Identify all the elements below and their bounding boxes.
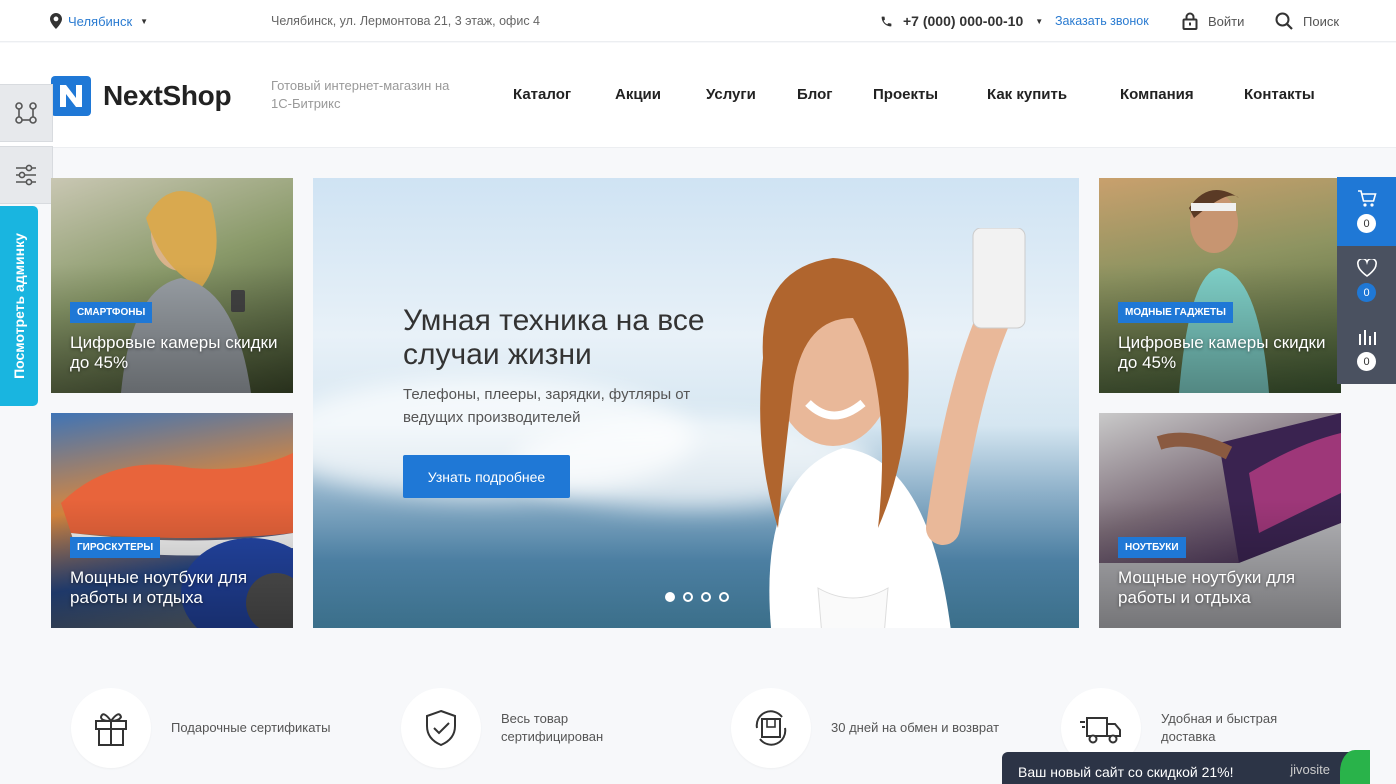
heart-icon [1356, 259, 1377, 277]
slider-dot[interactable] [683, 592, 693, 602]
box-return-icon [755, 710, 787, 746]
main-header: NextShop Готовый интернет-магазин на 1С-… [0, 43, 1396, 148]
city-selector[interactable]: Челябинск ▼ [50, 0, 148, 42]
login-button[interactable]: Войти [1182, 0, 1244, 42]
nav-item-promotions[interactable]: Акции [615, 86, 661, 103]
nav-item-company[interactable]: Компания [1120, 86, 1194, 103]
tile-badge: Ноутбуки [1118, 537, 1186, 558]
lock-icon [1182, 12, 1198, 30]
promo-tile-smartphones[interactable]: Смартфоны Цифровые камеры скидки до 45% [51, 178, 293, 393]
hero-subtitle: Телефоны, плееры, зарядки, футляры от ве… [403, 386, 691, 426]
learn-more-button[interactable]: Узнать подробнее [403, 455, 570, 498]
promo-text: Ваш новый сайт со скидкой 21%! [1018, 764, 1234, 780]
favorites-button[interactable]: 0 [1337, 246, 1396, 315]
feature-gift-certificates: Подарочные сертификаты [71, 688, 351, 768]
nav-item-catalog[interactable]: Каталог [513, 86, 571, 103]
search-label: Поиск [1303, 13, 1340, 29]
tile-caption: Мощные ноутбуки для работы и отдыха [1118, 568, 1296, 607]
cart-button[interactable]: 0 [1337, 177, 1396, 246]
feature-text: 30 дней на обмен и возврат [831, 720, 1000, 735]
gift-icon [95, 713, 127, 746]
view-admin-label: Посмотреть админку [11, 233, 27, 379]
tile-caption: Мощные ноутбуки для работы и отдыха [70, 568, 248, 607]
tile-caption: Цифровые камеры скидки до 45% [70, 333, 278, 372]
phone-number: +7 (000) 000-00-10 [903, 13, 1024, 29]
store-address: Челябинск, ул. Лермонтова 21, 3 этаж, оф… [271, 14, 540, 28]
jivosite-logo: jivosite [1290, 762, 1330, 777]
workflow-tool-button[interactable] [0, 84, 53, 142]
promo-tile-gadgets[interactable]: Модные гаджеты Цифровые камеры скидки до… [1099, 178, 1341, 393]
nav-item-services[interactable]: Услуги [706, 86, 756, 103]
login-label: Войти [1208, 13, 1245, 29]
workflow-icon [15, 102, 37, 124]
location-pin-icon [50, 13, 62, 29]
feature-text: Подарочные сертификаты [171, 720, 331, 735]
feature-certified: Весь товар сертифицирован [401, 688, 621, 768]
search-button[interactable]: Поиск [1275, 0, 1339, 42]
slider-dot[interactable] [665, 592, 675, 602]
logo-mark-icon [51, 76, 91, 116]
shield-check-icon [426, 709, 456, 747]
callback-link[interactable]: Заказать звонок [1055, 0, 1149, 42]
view-admin-tab[interactable]: Посмотреть админку [0, 206, 38, 406]
feature-icon-circle [401, 688, 481, 768]
tile-caption: Цифровые камеры скидки до 45% [1118, 333, 1326, 372]
promo-tile-hoverboards[interactable]: Гироскутеры Мощные ноутбуки для работы и… [51, 413, 293, 628]
woman-selfie-image [760, 228, 1026, 628]
nav-item-contacts[interactable]: Контакты [1244, 86, 1315, 103]
feature-returns: 30 дней на обмен и возврат [731, 688, 1031, 768]
compare-bars-icon [1358, 330, 1376, 345]
nav-item-blog[interactable]: Блог [797, 86, 833, 103]
phone-selector[interactable]: +7 (000) 000-00-10 ▼ [880, 0, 1043, 42]
tile-badge: Гироскутеры [70, 537, 161, 558]
feature-text: Весь товар сертифицирован [501, 711, 604, 744]
slider-dots [665, 592, 729, 602]
tile-badge: Смартфоны [70, 302, 153, 323]
compare-count: 0 [1357, 352, 1376, 371]
slider-dot[interactable] [701, 592, 711, 602]
logo[interactable]: NextShop [51, 76, 232, 116]
settings-tool-button[interactable] [0, 146, 53, 204]
cart-count: 0 [1357, 214, 1376, 233]
chevron-down-icon: ▼ [140, 16, 149, 26]
tagline: Готовый интернет-магазин на 1С-Битрикс [271, 78, 450, 111]
chevron-down-icon: ▼ [1035, 16, 1044, 26]
nav-item-projects[interactable]: Проекты [873, 86, 938, 103]
feature-text: Удобная и быстрая доставка [1161, 711, 1278, 744]
slider-dot[interactable] [719, 592, 729, 602]
compare-button[interactable]: 0 [1337, 315, 1396, 384]
logo-text: NextShop [103, 80, 232, 111]
nav-item-how-to-buy[interactable]: Как купить [987, 86, 1067, 103]
feature-icon-circle [71, 688, 151, 768]
chat-bubble-icon [1340, 750, 1370, 784]
feature-icon-circle [731, 688, 811, 768]
jivosite-promo-bar[interactable]: Ваш новый сайт со скидкой 21%! jivosite [1002, 750, 1370, 784]
sliders-icon [16, 164, 36, 186]
city-name: Челябинск [68, 13, 133, 29]
truck-icon [1080, 717, 1121, 744]
top-bar: Челябинск ▼ Челябинск, ул. Лермонтова 21… [0, 0, 1396, 42]
favorites-count: 0 [1357, 283, 1376, 302]
hero-slider: Умная техника на все случаи жизни Телефо… [313, 178, 1079, 628]
tile-badge: Модные гаджеты [1118, 302, 1233, 323]
cart-icon [1357, 190, 1377, 207]
search-icon [1275, 12, 1293, 30]
hero-title: Умная техника на все случаи жизни [403, 304, 705, 371]
promo-tile-laptops[interactable]: Ноутбуки Мощные ноутбуки для работы и от… [1099, 413, 1341, 628]
phone-icon [881, 16, 892, 26]
